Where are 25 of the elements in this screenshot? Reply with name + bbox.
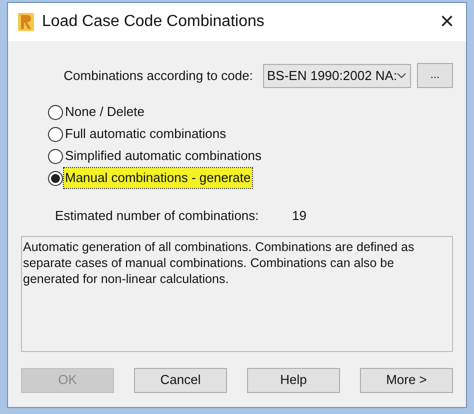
option-label: None / Delete	[64, 103, 146, 122]
estimate-value: 19	[292, 207, 306, 225]
app-logo-icon	[18, 13, 34, 31]
chevron-down-icon	[397, 72, 406, 78]
close-button[interactable]: ×	[440, 10, 454, 34]
window-title: Load Case Code Combinations	[42, 12, 266, 32]
browse-button[interactable]: ...	[417, 63, 453, 88]
radio-option[interactable]: None / Delete	[48, 103, 453, 121]
dialog-button[interactable]: Help	[247, 368, 340, 392]
option-label: Full automatic combinations	[64, 125, 228, 144]
radio-option[interactable]: Manual combinations - generate	[48, 169, 453, 187]
radio-button[interactable]	[48, 104, 63, 120]
option-label: Simplified automatic combinations	[64, 147, 263, 166]
radio-option[interactable]: Simplified automatic combinations	[48, 147, 453, 165]
option-label: Manual combinations - generate	[64, 168, 252, 188]
description-text: Automatic generation of all combinations. Combinations are defined as separate cases of manual combinations. Combinations can also be generated for non-linear calculations.	[23, 238, 416, 286]
estimate-label: Estimated number of combinations:	[55, 207, 260, 225]
code-label: Combinations according to code:	[64, 66, 253, 85]
radio-button[interactable]	[48, 126, 63, 142]
dialog-button[interactable]: More >	[360, 368, 453, 392]
radio-button[interactable]	[48, 170, 63, 186]
code-dropdown[interactable]: BS-EN 1990:2002 NA:	[263, 64, 411, 88]
radio-option[interactable]: Full automatic combinations	[48, 125, 453, 143]
dialog-button[interactable]: Cancel	[134, 368, 227, 392]
radio-button[interactable]	[48, 148, 63, 164]
